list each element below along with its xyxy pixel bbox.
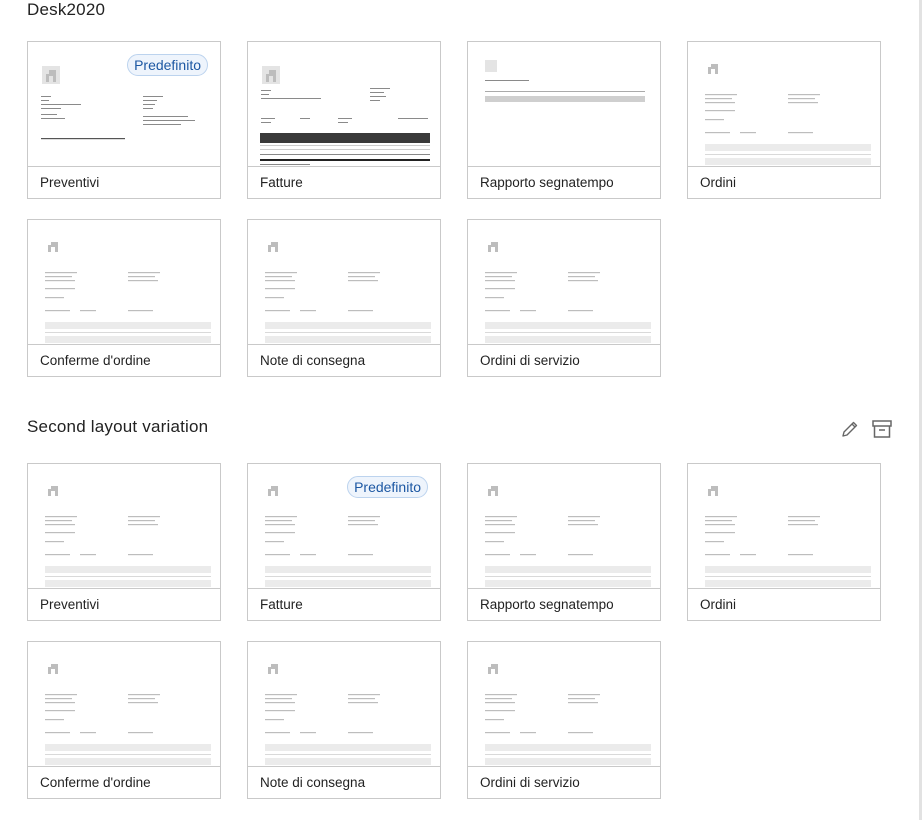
logo-placeholder-icon [268, 486, 278, 496]
logo-placeholder-icon [48, 242, 58, 252]
layout-card-ordini[interactable]: Ordini [687, 463, 881, 621]
logo-placeholder-icon [268, 242, 278, 252]
card-footer: Rapporto segnatempo [468, 588, 660, 620]
template-preview [485, 694, 651, 765]
layout-card-rapporto-segnatempo[interactable]: Rapporto segnatempo [467, 41, 661, 199]
template-preview [705, 516, 871, 587]
card-label: Rapporto segnatempo [480, 597, 614, 612]
template-preview [45, 272, 211, 343]
card-footer: Ordini [688, 166, 880, 198]
template-thumbnail [468, 220, 660, 344]
default-badge: Predefinito [347, 476, 428, 498]
layout-card-conferme-d-ordine[interactable]: Conferme d'ordine [27, 219, 221, 377]
template-thumbnail [248, 642, 440, 766]
template-thumbnail [28, 464, 220, 588]
card-label: Ordini di servizio [480, 353, 580, 368]
card-footer: Ordini di servizio [468, 344, 660, 376]
card-label: Rapporto segnatempo [480, 175, 614, 190]
layout-card-fatture[interactable]: Predefinito Fatture [247, 463, 441, 621]
layout-card-note-di-consegna[interactable]: Note di consegna [247, 641, 441, 799]
section-actions [839, 418, 893, 440]
template-preview [485, 272, 651, 343]
template-preview [260, 66, 430, 165]
card-label: Ordini [700, 597, 737, 612]
template-thumbnail [468, 464, 660, 588]
template-preview [41, 66, 195, 140]
template-thumbnail [248, 220, 440, 344]
template-thumbnail [248, 42, 440, 166]
card-label: Preventivi [40, 175, 100, 190]
template-preview [265, 516, 431, 587]
edit-layout-button[interactable] [839, 418, 861, 440]
card-footer: Fatture [248, 166, 440, 198]
section-title-desk2020: Desk2020 [27, 0, 106, 19]
card-footer: Preventivi [28, 166, 220, 198]
layout-card-ordini[interactable]: Ordini [687, 41, 881, 199]
layout-card-ordini-di-servizio[interactable]: Ordini di servizio [467, 641, 661, 799]
layout-card-rapporto-segnatempo[interactable]: Rapporto segnatempo [467, 463, 661, 621]
template-preview [705, 94, 871, 165]
template-preview [485, 60, 645, 102]
card-footer: Note di consegna [248, 344, 440, 376]
layout-card-preventivi[interactable]: Predefinito Preventivi [27, 41, 221, 199]
archive-icon [872, 420, 892, 438]
template-thumbnail [28, 220, 220, 344]
card-label: Conferme d'ordine [40, 775, 151, 790]
template-thumbnail [688, 42, 880, 166]
layout-card-conferme-d-ordine[interactable]: Conferme d'ordine [27, 641, 221, 799]
card-label: Fatture [260, 175, 303, 190]
layout-card-note-di-consegna[interactable]: Note di consegna [247, 219, 441, 377]
card-label: Ordini [700, 175, 737, 190]
layout-card-ordini-di-servizio[interactable]: Ordini di servizio [467, 219, 661, 377]
card-footer: Note di consegna [248, 766, 440, 798]
card-label: Note di consegna [260, 775, 366, 790]
template-thumbnail [688, 464, 880, 588]
layout-card-preventivi[interactable]: Preventivi [27, 463, 221, 621]
template-preview [265, 272, 431, 343]
logo-placeholder-icon [488, 486, 498, 496]
card-label: Ordini di servizio [480, 775, 580, 790]
logo-placeholder-icon [708, 64, 718, 74]
default-badge: Predefinito [127, 54, 208, 76]
template-preview [265, 694, 431, 765]
template-thumbnail [468, 42, 660, 166]
card-label: Conferme d'ordine [40, 353, 151, 368]
logo-placeholder-icon [708, 486, 718, 496]
card-label: Preventivi [40, 597, 100, 612]
card-footer: Rapporto segnatempo [468, 166, 660, 198]
pencil-icon [842, 421, 858, 437]
template-preview [485, 516, 651, 587]
logo-placeholder-icon [48, 486, 58, 496]
archive-layout-button[interactable] [871, 418, 893, 440]
logo-placeholder-icon [268, 664, 278, 674]
logo-placeholder-icon [48, 664, 58, 674]
logo-placeholder-icon [488, 242, 498, 252]
card-footer: Fatture [248, 588, 440, 620]
template-preview [45, 516, 211, 587]
card-label: Note di consegna [260, 353, 366, 368]
card-footer: Ordini di servizio [468, 766, 660, 798]
template-thumbnail [28, 642, 220, 766]
logo-placeholder-icon [488, 664, 498, 674]
section-title-second-layout: Second layout variation [27, 417, 209, 436]
card-footer: Ordini [688, 588, 880, 620]
template-preview [45, 694, 211, 765]
card-footer: Conferme d'ordine [28, 344, 220, 376]
template-thumbnail [468, 642, 660, 766]
card-footer: Conferme d'ordine [28, 766, 220, 798]
layout-card-fatture[interactable]: Fatture [247, 41, 441, 199]
card-footer: Preventivi [28, 588, 220, 620]
card-label: Fatture [260, 597, 303, 612]
